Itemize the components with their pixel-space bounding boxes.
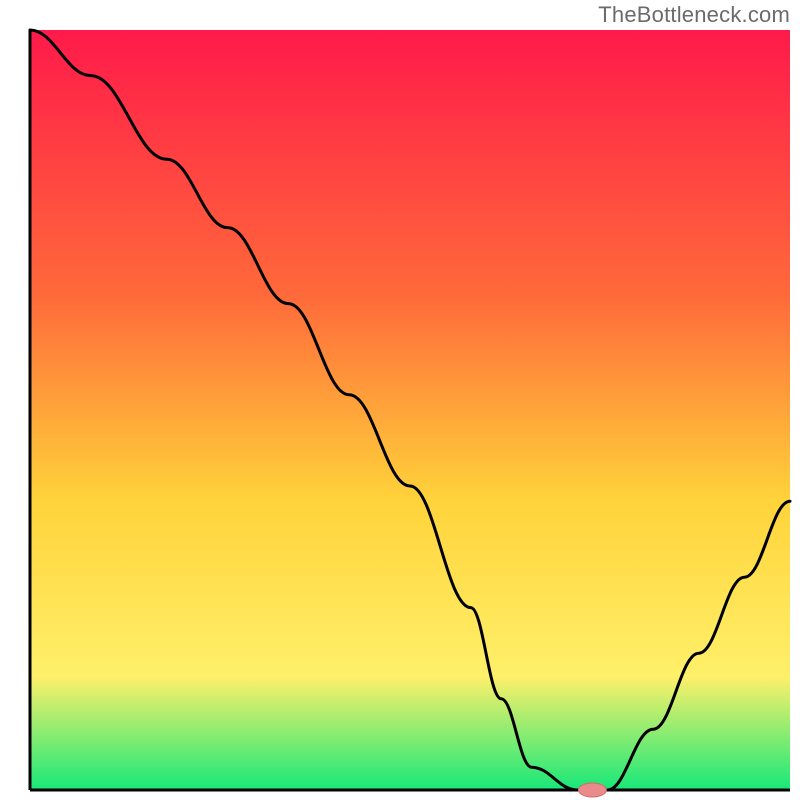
bottleneck-chart [0, 0, 800, 800]
optimum-marker [578, 783, 606, 797]
chart-container: { "watermark": "TheBottleneck.com", "col… [0, 0, 800, 800]
watermark-label: TheBottleneck.com [598, 2, 790, 28]
